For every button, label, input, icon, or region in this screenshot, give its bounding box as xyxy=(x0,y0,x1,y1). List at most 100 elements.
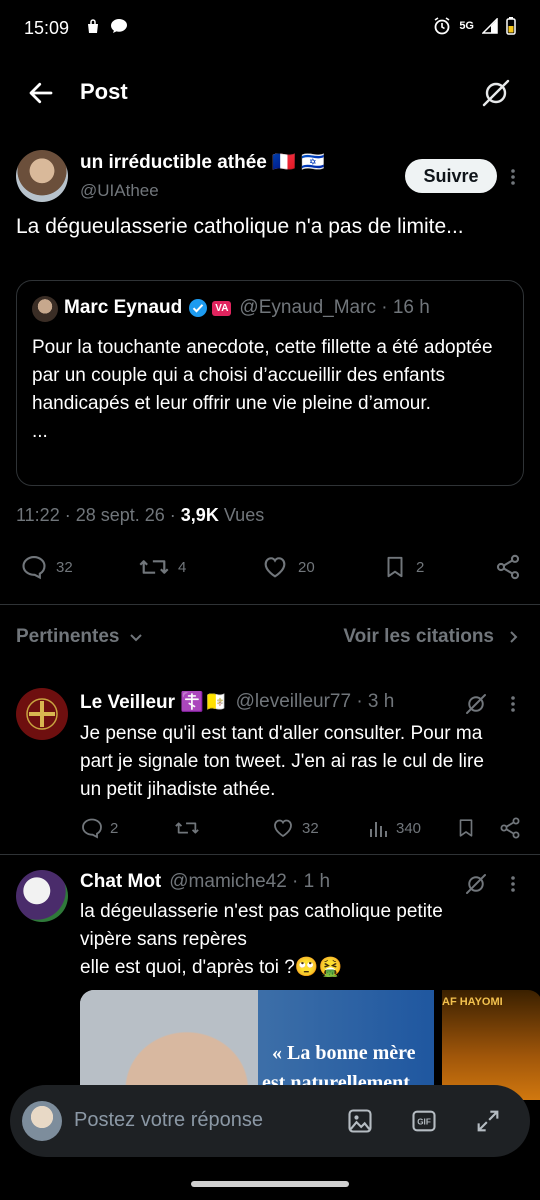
reply-reply-count: 2 xyxy=(110,819,119,837)
reply-author-name[interactable]: Chat Mot xyxy=(80,871,161,893)
quote-handle-time: @Eynaud_Marc · 16 h xyxy=(239,297,430,318)
view-quotes-link[interactable]: Voir les citations xyxy=(343,626,520,648)
heart-icon xyxy=(274,819,292,838)
grok-icon xyxy=(466,694,486,714)
status-time: 15:09 xyxy=(24,18,70,38)
author-name[interactable]: un irréductible athée 🇫🇷 🇮🇱 xyxy=(80,150,325,174)
reply-views-button[interactable]: 340 xyxy=(368,816,421,840)
svg-text:GIF: GIF xyxy=(417,1118,431,1127)
home-indicator[interactable] xyxy=(191,1181,349,1187)
repost-icon xyxy=(139,560,169,574)
reply-icon xyxy=(82,818,102,839)
reply-grok-button[interactable] xyxy=(464,872,488,901)
reply-reply-button[interactable]: 2 xyxy=(80,816,118,840)
quote-text-block: Pour la touchante anecdote, cette fillet… xyxy=(32,334,502,446)
reply-composer[interactable]: Postez votre réponse GIF xyxy=(10,1085,530,1157)
reply-icon xyxy=(22,556,46,580)
status-bar: 15:09 5G xyxy=(0,0,540,58)
share-icon xyxy=(500,817,520,839)
bookmark-count: 2 xyxy=(416,558,425,576)
expand-icon xyxy=(477,1110,499,1132)
reply-header: Le Veilleur ☦️🇻🇦 @leveilleur77 · 3 h xyxy=(80,690,394,714)
reply-handle-time: @mamiche42 · 1 h xyxy=(169,871,331,892)
share-icon xyxy=(496,554,520,580)
post-time: 11:22 xyxy=(16,505,60,525)
reply-media[interactable]: « La bonne mère est naturellement AF HAY… xyxy=(80,990,540,1100)
add-gif-button[interactable]: GIF xyxy=(410,1107,438,1140)
reply-more-button[interactable] xyxy=(510,695,516,718)
reply-share-button[interactable] xyxy=(498,816,522,840)
like-button[interactable]: 20 xyxy=(260,553,315,581)
divider xyxy=(0,604,540,605)
media-image[interactable]: « La bonne mère est naturellement xyxy=(80,990,434,1100)
more-options-button[interactable] xyxy=(510,168,516,191)
reply-text-block: la dégeulasserie n'est pas catholique pe… xyxy=(80,898,480,982)
reply-avatar[interactable] xyxy=(16,688,68,740)
follow-button[interactable]: Suivre xyxy=(405,159,497,193)
bookmark-button[interactable]: 2 xyxy=(382,553,424,581)
quote-author-avatar xyxy=(32,296,58,322)
notification-bag-icon xyxy=(88,19,98,33)
like-count: 20 xyxy=(298,558,315,576)
page-title: Post xyxy=(80,79,128,104)
reply-button[interactable]: 32 xyxy=(20,553,73,581)
more-vertical-icon xyxy=(511,696,515,712)
cross-emblem-icon xyxy=(26,698,58,730)
arrow-left-icon xyxy=(29,82,53,104)
reply-like-button[interactable]: 32 xyxy=(270,816,319,840)
image-icon xyxy=(348,1109,372,1133)
media-image[interactable]: AF HAYOMI xyxy=(442,990,540,1100)
reply-author-name[interactable]: Le Veilleur ☦️🇻🇦 xyxy=(80,690,228,714)
quote-author-name: Marc Eynaud xyxy=(64,297,183,318)
views-chart-icon xyxy=(370,822,387,837)
reply-more-button[interactable] xyxy=(510,875,516,898)
reply-avatar[interactable] xyxy=(16,870,68,922)
network-label: 5G xyxy=(459,20,474,32)
repost-button[interactable]: 4 xyxy=(138,553,186,581)
reply-header: Chat Mot @mamiche42 · 1 h xyxy=(80,871,330,893)
chevron-right-icon xyxy=(510,631,518,643)
quote-ellipsis: ... xyxy=(32,421,48,442)
reply-views-count: 340 xyxy=(396,819,422,837)
bookmark-icon xyxy=(387,556,403,578)
post-meta: 11:22 · 28 sept. 26 · 3,9K Vues xyxy=(16,505,265,525)
reply-text: la dégeulasserie n'est pas catholique pe… xyxy=(80,901,443,950)
reply-bookmark-button[interactable] xyxy=(455,816,477,840)
replies-sort-bar: Pertinentes Voir les citations xyxy=(0,626,540,654)
author-avatar[interactable] xyxy=(16,150,68,202)
user-avatar xyxy=(22,1101,62,1141)
top-app-bar: Post xyxy=(0,62,540,122)
gif-icon: GIF xyxy=(412,1110,436,1132)
back-button[interactable] xyxy=(26,78,56,113)
sort-dropdown[interactable]: Pertinentes xyxy=(16,626,143,648)
bookmark-icon xyxy=(459,819,473,837)
reply-input[interactable]: Postez votre réponse xyxy=(74,1109,263,1132)
alarm-icon xyxy=(434,17,450,35)
quote-text: Pour la touchante anecdote, cette fillet… xyxy=(32,337,493,414)
reply-text: elle est quoi, d'après toi ?🙄🤮 xyxy=(80,957,343,978)
share-button[interactable] xyxy=(494,553,522,581)
heart-icon xyxy=(264,557,286,578)
post-text: La dégueulasserie catholique n'a pas de … xyxy=(16,215,464,238)
media-caption: « La bonne mère xyxy=(272,1042,416,1064)
repost-count: 4 xyxy=(178,558,187,576)
chevron-down-icon xyxy=(130,634,143,642)
repost-icon xyxy=(175,822,199,834)
reply-count: 32 xyxy=(56,558,73,576)
author-handle[interactable]: @UIAthee xyxy=(80,181,159,201)
add-photo-button[interactable] xyxy=(346,1107,374,1140)
reply-repost-button[interactable] xyxy=(174,816,200,840)
more-vertical-icon xyxy=(511,876,515,892)
views-count: 3,9K xyxy=(180,505,219,525)
views-label: Vues xyxy=(223,505,265,525)
reply-grok-button[interactable] xyxy=(464,692,488,721)
view-quotes-label: Voir les citations xyxy=(343,626,494,647)
battery-icon xyxy=(506,17,516,35)
grok-button[interactable] xyxy=(480,77,512,114)
post-actions: 32 4 20 2 xyxy=(0,553,540,583)
reply-text: Je pense qu'il est tant d'aller consulte… xyxy=(80,723,484,800)
media-caption: AF HAYOMI xyxy=(442,996,503,1008)
signal-icon xyxy=(482,18,498,34)
expand-composer-button[interactable] xyxy=(474,1107,502,1140)
sort-label: Pertinentes xyxy=(16,626,120,647)
